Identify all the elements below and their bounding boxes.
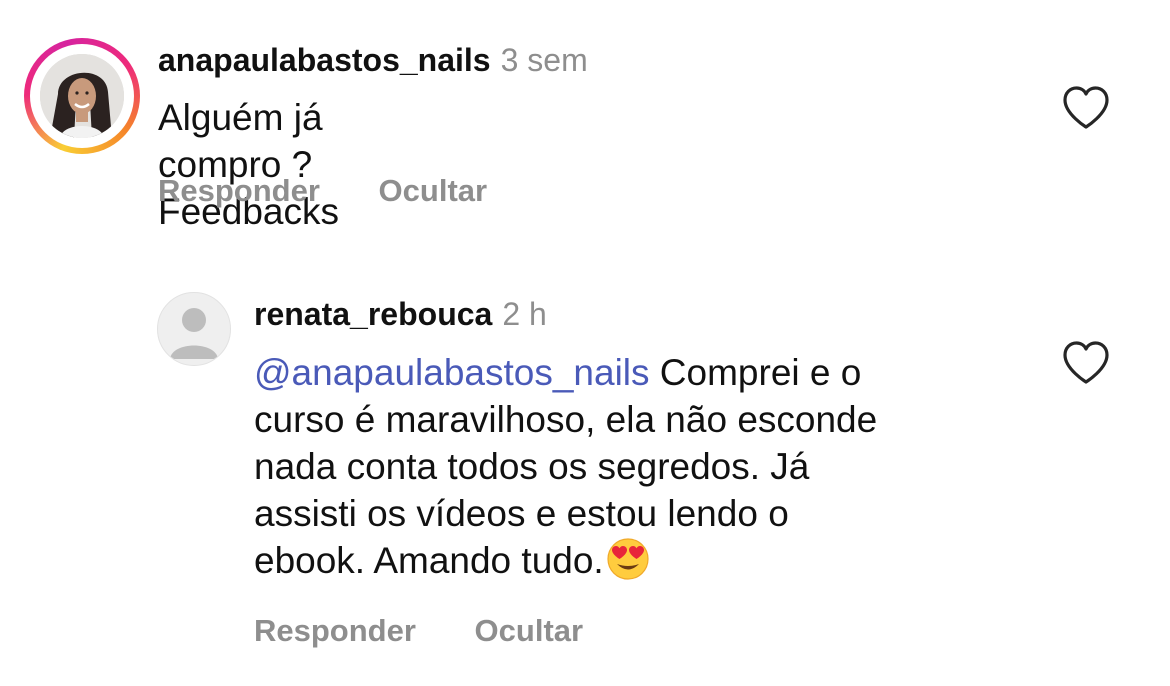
reply-button[interactable]: Responder <box>254 613 416 649</box>
reply-button[interactable]: Responder <box>158 173 320 209</box>
comment-line-2: curso é maravilhoso, ela não esconde <box>254 399 878 440</box>
mention-link[interactable]: @anapaulabastos_nails <box>254 352 650 393</box>
profile-photo-icon <box>40 54 124 138</box>
comment-text: Alguém já compro ? Feedbacks <box>158 97 339 232</box>
avatar <box>40 54 124 138</box>
heart-outline-icon[interactable] <box>1061 85 1111 131</box>
default-avatar[interactable] <box>157 292 231 366</box>
comment-actions: Responder Ocultar <box>158 173 487 209</box>
comment-header: renata_rebouca 2 h <box>254 296 547 333</box>
comment-text: @anapaulabastos_nails Comprei e o curso … <box>254 349 1014 584</box>
username[interactable]: renata_rebouca <box>254 296 492 332</box>
heart-outline-icon[interactable] <box>1061 340 1111 386</box>
hide-button[interactable]: Ocultar <box>475 613 584 649</box>
comment-line-4: assisti os vídeos e estou lendo o <box>254 493 789 534</box>
default-user-icon <box>170 308 218 359</box>
story-ring-avatar[interactable] <box>24 38 140 154</box>
comment-line-1: @anapaulabastos_nails Comprei e o <box>254 352 862 393</box>
comment-line-3: nada conta todos os segredos. Já <box>254 446 810 487</box>
timestamp: 3 sem <box>500 42 588 78</box>
username[interactable]: anapaulabastos_nails <box>158 42 491 78</box>
heart-eyes-emoji-icon <box>607 538 649 580</box>
comment-header: anapaulabastos_nails 3 sem <box>158 42 588 79</box>
hide-button[interactable]: Ocultar <box>379 173 488 209</box>
timestamp: 2 h <box>502 296 547 332</box>
comment-line-5: ebook. Amando tudo. <box>254 537 1014 584</box>
comment-actions: Responder Ocultar <box>254 613 583 649</box>
